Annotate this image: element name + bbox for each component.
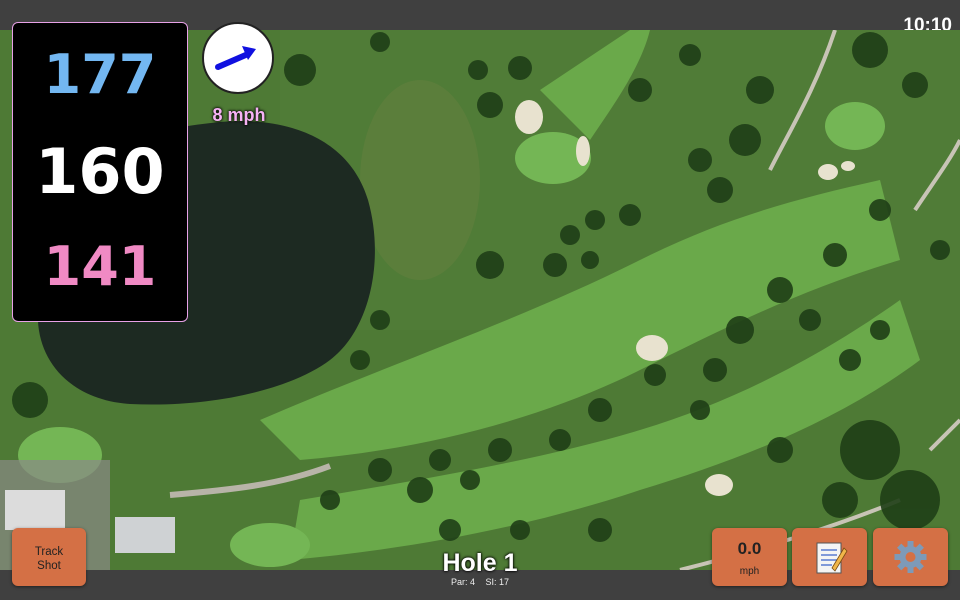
track-shot-button[interactable]: Track Shot (12, 528, 86, 586)
yardage-panel: 177 160 141 (12, 22, 188, 322)
notes-button[interactable] (792, 528, 867, 586)
front-yardage: 141 (43, 235, 157, 298)
stroke-index-label: SI: 17 (485, 577, 510, 587)
speed-button[interactable]: 0.0 mph (712, 528, 787, 586)
hole-info: Par: 4 SI: 17 (380, 577, 580, 587)
track-shot-label: Track Shot (34, 546, 64, 572)
wind-direction-indicator (202, 22, 274, 94)
gear-icon (894, 541, 927, 573)
back-yardage: 177 (43, 43, 157, 106)
arrow-up-right-icon (215, 46, 256, 70)
hole-title: Hole 1 (442, 549, 518, 577)
settings-button[interactable] (873, 528, 948, 586)
speed-value: 0.0 (737, 539, 762, 558)
center-yardage: 160 (35, 135, 165, 208)
speed-unit: mph (739, 566, 760, 577)
wind-speed-label: 8 mph (212, 105, 266, 125)
notepad-icon (816, 542, 848, 574)
par-label: Par: 4 (450, 577, 475, 587)
